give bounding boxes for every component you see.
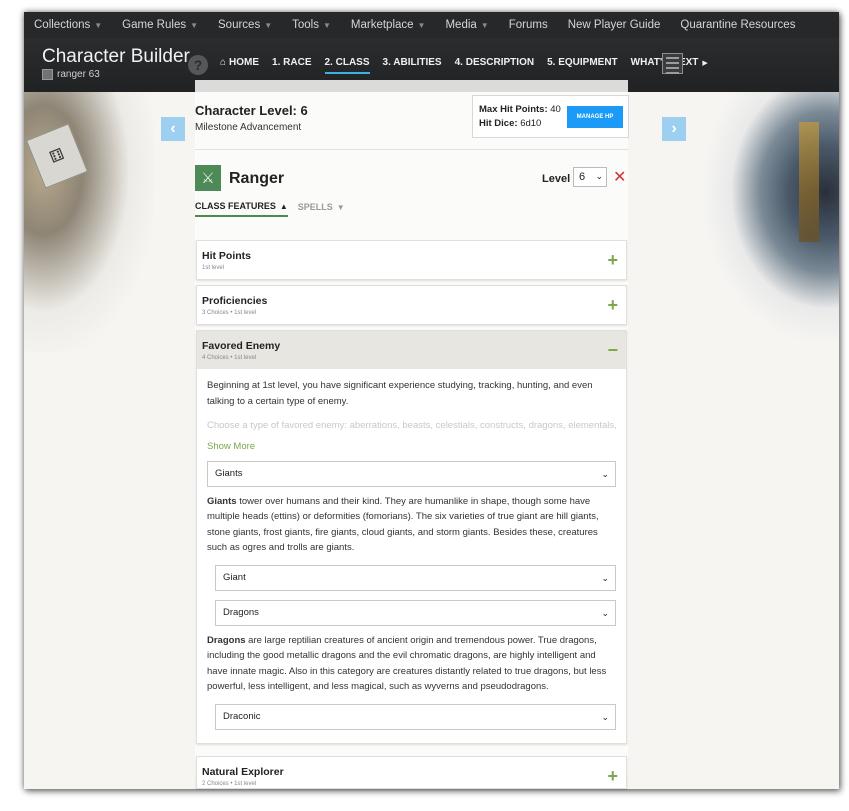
expand-icon[interactable]: + <box>607 295 618 316</box>
hit-dice-label: Hit Dice: <box>479 118 518 129</box>
manage-hp-button[interactable]: MANAGE HP <box>567 106 623 128</box>
favored-enemy-select-1[interactable]: Giants ⌄ <box>207 460 616 487</box>
chevron-down-icon: ▼ <box>336 202 345 212</box>
max-hp-value: 40 <box>550 104 561 115</box>
chevron-down-icon: ⌄ <box>601 607 609 618</box>
feature-body: Beginning at 1st level, you have signifi… <box>197 369 626 730</box>
character-level: Character Level: 6 <box>195 103 308 118</box>
nav-collections[interactable]: Collections ▼ <box>34 19 102 31</box>
feature-header[interactable]: Favored Enemy 4 Choices • 1st level − <box>197 331 626 369</box>
nav-new-player-guide[interactable]: New Player Guide <box>568 19 661 31</box>
choice-description: Giants tower over humans and their kind.… <box>207 495 599 554</box>
chevron-down-icon: ▼ <box>94 20 103 30</box>
feature-header[interactable]: Natural Explorer 2 Choices • 1st level + <box>197 757 626 788</box>
hit-points-box: Max Hit Points: 40 Hit Dice: 6d10 MANAGE… <box>472 95 629 138</box>
nav-media[interactable]: Media ▼ <box>445 19 488 31</box>
nav-game-rules[interactable]: Game Rules ▼ <box>122 19 198 31</box>
chevron-right-icon: ▶ <box>702 59 708 67</box>
feature-header[interactable]: Hit Points 1st level + <box>197 241 626 279</box>
previous-step-button[interactable]: ‹ <box>161 117 185 141</box>
favored-enemy-select-2[interactable]: Dragons ⌄ <box>215 599 616 626</box>
divider <box>195 149 628 150</box>
class-subtabs: CLASS FEATURES ▲ SPELLS ▼ <box>195 201 355 217</box>
chevron-down-icon: ⌄ <box>601 468 609 479</box>
chevron-up-icon: ▲ <box>279 201 288 211</box>
expand-icon[interactable]: + <box>607 250 618 271</box>
decorative-dice-art: ⚅ <box>24 92 154 352</box>
user-info[interactable]: ranger 63 <box>42 69 100 80</box>
chevron-down-icon: ⌄ <box>601 711 609 722</box>
help-button[interactable]: ? <box>188 55 208 75</box>
app-title: Character Builder <box>42 46 190 67</box>
level-label: Level <box>542 173 571 185</box>
character-sheet-icon[interactable] <box>662 53 683 74</box>
language-select-1[interactable]: Giant ⌄ <box>215 564 616 591</box>
step-abilities[interactable]: 3. ABILITIES <box>383 57 442 68</box>
tab-spells[interactable]: SPELLS ▼ <box>298 201 345 217</box>
class-header: ⚔ Ranger Level 6 ⌄ ✕ <box>195 165 628 195</box>
builder-steps: ⌂ HOME 1. RACE 2. CLASS 3. ABILITIES 4. D… <box>220 57 721 74</box>
collapse-icon[interactable]: − <box>607 340 618 361</box>
ranger-class-icon: ⚔ <box>195 165 221 191</box>
dice-icon: ⚅ <box>25 123 89 189</box>
advancement-type: Milestone Advancement <box>195 122 302 133</box>
choice-description: Dragons are large reptilian creatures of… <box>207 634 607 693</box>
feature-hit-points: Hit Points 1st level + <box>196 240 627 280</box>
chevron-left-icon: ‹ <box>170 120 176 137</box>
feature-natural-explorer: Natural Explorer 2 Choices • 1st level + <box>196 756 627 789</box>
max-hp-label: Max Hit Points: <box>479 104 548 115</box>
step-class[interactable]: 2. CLASS <box>324 57 370 74</box>
expand-icon[interactable]: + <box>607 766 618 787</box>
chevron-down-icon: ▼ <box>190 20 199 30</box>
class-name: Ranger <box>229 170 285 187</box>
tab-class-features[interactable]: CLASS FEATURES ▲ <box>195 201 288 217</box>
top-nav: Collections ▼ Game Rules ▼ Sources ▼ Tools ▼… <box>24 12 839 38</box>
feature-proficiencies: Proficiencies 3 Choices • 1st level + <box>196 285 627 325</box>
avatar <box>42 69 53 80</box>
step-race[interactable]: 1. RACE <box>272 57 311 68</box>
chevron-down-icon: ⌄ <box>601 572 609 583</box>
class-level-select[interactable]: 6 ⌄ <box>573 167 607 187</box>
show-more-link[interactable]: Show More <box>207 441 616 452</box>
nav-sources[interactable]: Sources ▼ <box>218 19 272 31</box>
nav-tools[interactable]: Tools ▼ <box>292 19 331 31</box>
chevron-right-icon: › <box>671 120 677 137</box>
nav-marketplace[interactable]: Marketplace ▼ <box>351 19 426 31</box>
hit-dice-value: 6d10 <box>520 118 542 129</box>
feature-description-faded: Choose a type of favored enemy: aberrati… <box>207 420 616 431</box>
chevron-down-icon: ▼ <box>264 20 273 30</box>
home-icon: ⌂ <box>220 57 227 68</box>
feature-favored-enemy: Favored Enemy 4 Choices • 1st level − Be… <box>196 330 627 744</box>
chevron-down-icon: ▼ <box>322 20 331 30</box>
feature-header[interactable]: Proficiencies 3 Choices • 1st level + <box>197 286 626 324</box>
username: ranger 63 <box>57 69 100 80</box>
step-home[interactable]: ⌂ HOME <box>220 57 259 68</box>
step-description[interactable]: 4. DESCRIPTION <box>455 57 534 68</box>
chevron-down-icon: ▼ <box>417 20 426 30</box>
chevron-down-icon: ▼ <box>480 20 489 30</box>
decorative-fantasy-art <box>704 92 839 342</box>
language-select-2[interactable]: Draconic ⌄ <box>215 703 616 730</box>
chevron-down-icon: ⌄ <box>595 171 603 181</box>
nav-forums[interactable]: Forums <box>509 19 548 31</box>
remove-class-icon[interactable]: ✕ <box>613 167 626 187</box>
next-step-button[interactable]: › <box>662 117 686 141</box>
nav-quarantine-resources[interactable]: Quarantine Resources <box>680 19 795 31</box>
character-level-block: Character Level: 6 Milestone Advancement <box>195 103 308 133</box>
step-equipment[interactable]: 5. EQUIPMENT <box>547 57 618 68</box>
feature-description: Beginning at 1st level, you have signifi… <box>207 380 593 407</box>
